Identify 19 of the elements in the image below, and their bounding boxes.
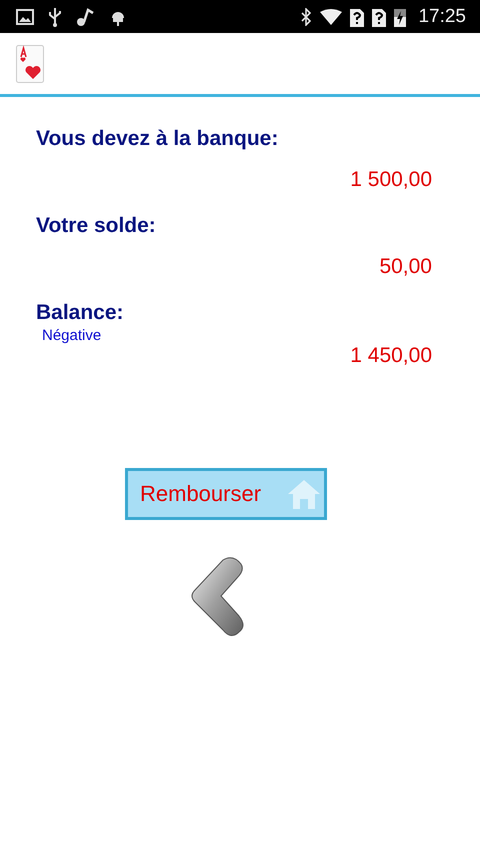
bluetooth-icon xyxy=(300,8,312,26)
row-label: Votre solde: xyxy=(36,214,157,238)
sim-card-icon xyxy=(350,6,364,26)
clock-time: 17:25 xyxy=(418,6,466,28)
sim-card-icon xyxy=(372,6,386,26)
image-icon xyxy=(16,8,34,24)
amount-value: 1 450,00 xyxy=(350,344,432,368)
home-icon xyxy=(286,478,322,510)
music-note-icon xyxy=(76,6,96,26)
battery-charging-icon xyxy=(394,6,406,26)
amount-value: 1 500,00 xyxy=(350,168,432,192)
amount-value: 50,00 xyxy=(379,255,432,279)
row-label: Balance: xyxy=(36,301,125,325)
repay-button[interactable]: Rembourser xyxy=(125,468,327,520)
row-label: Vous devez à la banque: xyxy=(36,127,280,151)
usb-icon xyxy=(48,6,62,26)
wifi-icon xyxy=(320,8,342,24)
playing-card-icon xyxy=(16,44,44,82)
balance-status: Négative xyxy=(42,327,102,344)
